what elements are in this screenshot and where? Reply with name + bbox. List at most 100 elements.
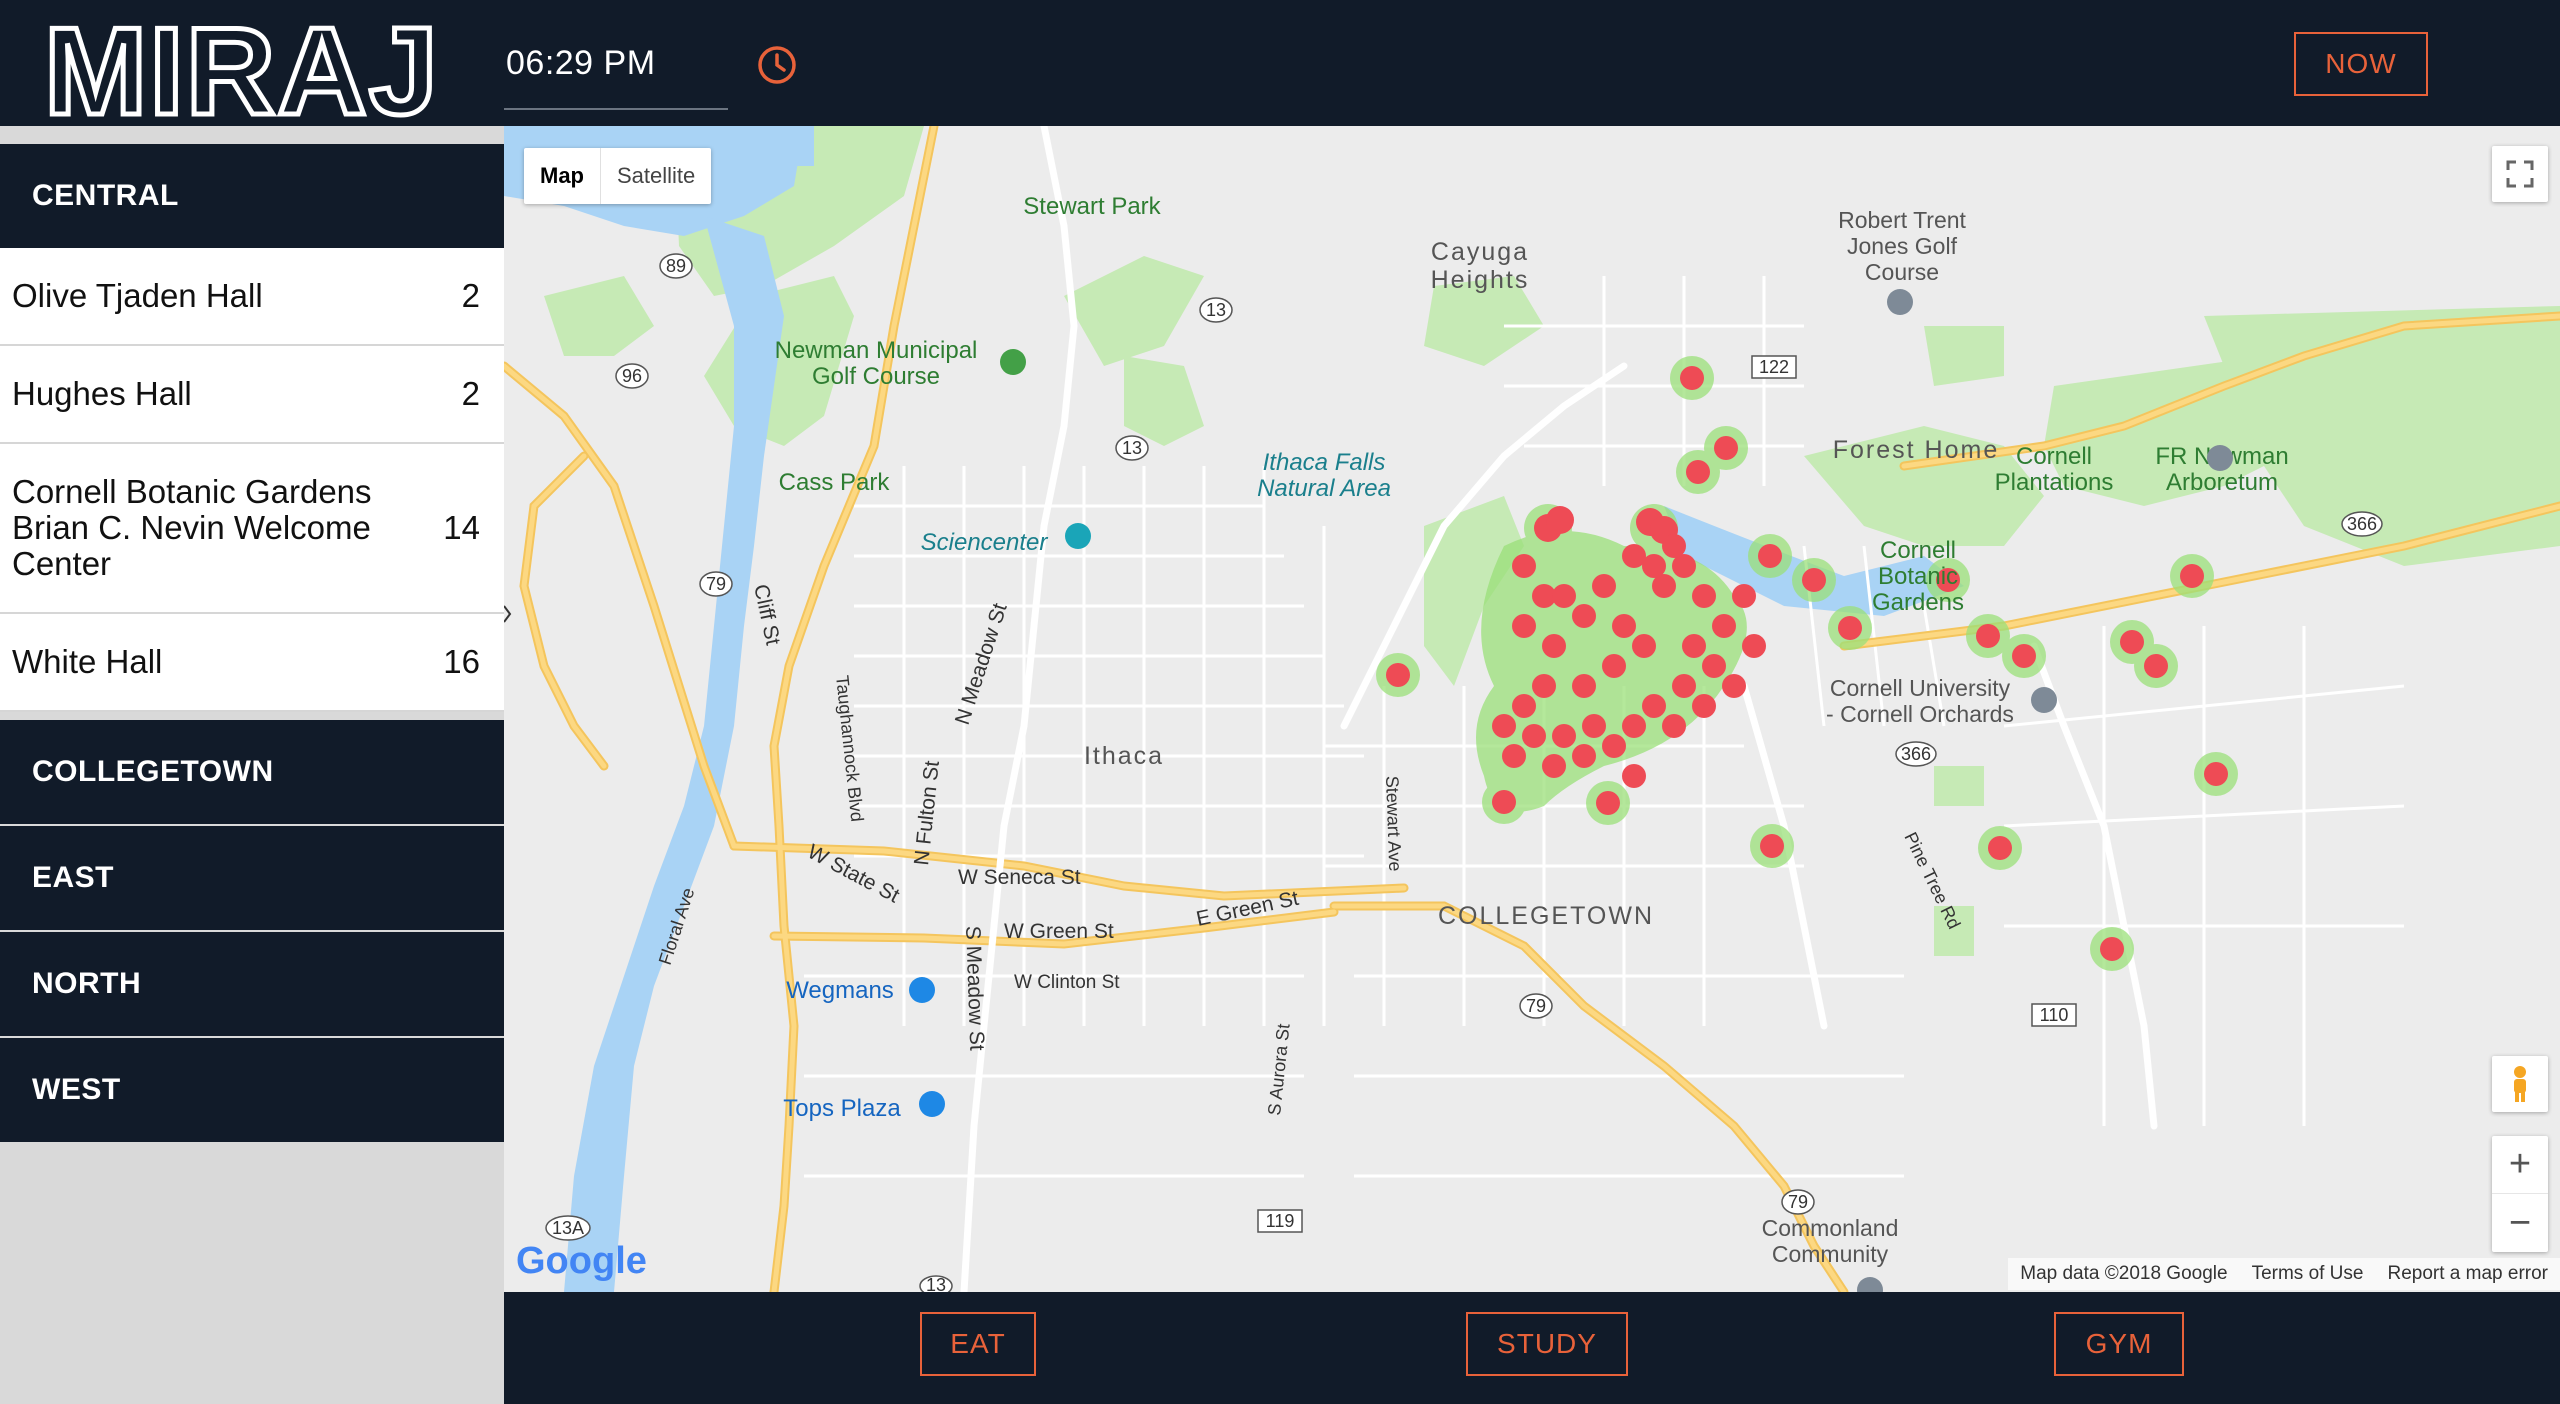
svg-text:Ithaca Falls: Ithaca Falls bbox=[1263, 449, 1386, 476]
location-name: Cornell Botanic Gardens Brian C. Nevin W… bbox=[12, 473, 372, 582]
svg-text:Tops Plaza: Tops Plaza bbox=[783, 1095, 901, 1122]
region-sidebar: CENTRAL Olive Tjaden Hall 2 Hughes Hall … bbox=[0, 126, 504, 1404]
time-input[interactable]: 06:29 PM bbox=[504, 34, 728, 110]
region-west[interactable]: WEST bbox=[0, 1038, 504, 1142]
report-error-link[interactable]: Report a map error bbox=[2387, 1263, 2548, 1285]
location-item[interactable]: Olive Tjaden Hall 2 bbox=[0, 248, 504, 346]
svg-text:W Seneca St: W Seneca St bbox=[958, 866, 1081, 889]
miraj-logo: MIRAJ bbox=[44, 6, 440, 126]
location-count: 2 bbox=[461, 277, 480, 314]
svg-text:Newman Municipal: Newman Municipal bbox=[775, 337, 978, 364]
svg-text:96: 96 bbox=[622, 366, 642, 386]
eat-button[interactable]: EAT bbox=[920, 1312, 1036, 1376]
map-attribution: Map data ©2018 Google Terms of Use Repor… bbox=[2008, 1258, 2560, 1290]
shopping-bag-icon[interactable] bbox=[919, 1091, 945, 1117]
svg-text:13: 13 bbox=[926, 1275, 946, 1292]
google-logo: Google bbox=[516, 1240, 647, 1283]
svg-text:122: 122 bbox=[1759, 357, 1789, 377]
fullscreen-button[interactable] bbox=[2492, 146, 2548, 202]
svg-text:Golf Course: Golf Course bbox=[812, 363, 940, 390]
location-name: Hughes Hall bbox=[12, 375, 192, 412]
fullscreen-icon bbox=[2506, 160, 2534, 188]
location-count: 14 bbox=[443, 509, 480, 546]
zoom-control: + − bbox=[2492, 1136, 2548, 1252]
svg-text:79: 79 bbox=[706, 574, 726, 594]
now-button[interactable]: NOW bbox=[2294, 32, 2428, 96]
heatmap-map[interactable]: 89 96 13 13 79 122 366 366 79 79 110 119… bbox=[504, 126, 2560, 1292]
svg-text:Course: Course bbox=[1865, 259, 1939, 285]
golf-icon[interactable] bbox=[1000, 349, 1026, 375]
svg-text:Cayuga: Cayuga bbox=[1431, 238, 1529, 266]
svg-text:Natural Area: Natural Area bbox=[1257, 475, 1391, 502]
clock-icon[interactable] bbox=[756, 44, 798, 86]
svg-text:Plantations: Plantations bbox=[1995, 469, 2114, 496]
svg-text:79: 79 bbox=[1788, 1192, 1808, 1212]
svg-text:W Clinton St: W Clinton St bbox=[1014, 972, 1120, 993]
svg-text:Wegmans: Wegmans bbox=[786, 977, 894, 1004]
svg-text:119: 119 bbox=[1266, 1211, 1295, 1231]
zoom-out-button[interactable]: − bbox=[2492, 1194, 2548, 1252]
category-footer: EAT STUDY GYM bbox=[504, 1292, 2560, 1404]
svg-text:- Cornell Orchards: - Cornell Orchards bbox=[1826, 701, 2014, 727]
svg-text:366: 366 bbox=[2347, 514, 2377, 534]
svg-text:Cornell University: Cornell University bbox=[1830, 675, 2011, 701]
gym-button[interactable]: GYM bbox=[2054, 1312, 2184, 1376]
svg-text:S Meadow St: S Meadow St bbox=[961, 925, 988, 1051]
svg-text:Robert Trent: Robert Trent bbox=[1838, 207, 1966, 233]
map-type-control: Map Satellite bbox=[524, 148, 712, 204]
svg-text:13: 13 bbox=[1206, 300, 1226, 320]
svg-text:Heights: Heights bbox=[1431, 266, 1530, 294]
svg-text:MIRAJ: MIRAJ bbox=[44, 6, 440, 126]
svg-text:89: 89 bbox=[666, 256, 686, 276]
shopping-cart-icon[interactable] bbox=[909, 977, 935, 1003]
region-east[interactable]: EAST bbox=[0, 826, 504, 930]
region-north[interactable]: NORTH bbox=[0, 932, 504, 1036]
sciencenter-icon[interactable] bbox=[1065, 523, 1091, 549]
svg-text:Forest Home: Forest Home bbox=[1833, 436, 1999, 464]
region-collegetown[interactable]: COLLEGETOWN bbox=[0, 720, 504, 824]
region-central[interactable]: CENTRAL bbox=[0, 144, 504, 248]
svg-text:110: 110 bbox=[2040, 1005, 2069, 1025]
map-type-map-button[interactable]: Map bbox=[524, 148, 601, 204]
svg-text:Cornell: Cornell bbox=[1880, 537, 1956, 564]
svg-text:COLLEGETOWN: COLLEGETOWN bbox=[1438, 902, 1654, 930]
svg-text:366: 366 bbox=[1901, 744, 1931, 764]
location-name: Olive Tjaden Hall bbox=[12, 277, 263, 314]
svg-text:13: 13 bbox=[1122, 438, 1142, 458]
google-logo-text: Google bbox=[516, 1240, 647, 1282]
svg-text:W Green St: W Green St bbox=[1004, 920, 1114, 943]
terms-link[interactable]: Terms of Use bbox=[2252, 1263, 2364, 1285]
study-button[interactable]: STUDY bbox=[1466, 1312, 1628, 1376]
orchards-pin-icon[interactable] bbox=[2031, 687, 2057, 713]
svg-text:Sciencenter: Sciencenter bbox=[921, 529, 1049, 556]
location-count: 2 bbox=[461, 375, 480, 412]
svg-text:Gardens: Gardens bbox=[1872, 589, 1964, 616]
svg-text:79: 79 bbox=[1526, 996, 1546, 1016]
pegman-icon bbox=[2514, 1066, 2526, 1102]
location-item[interactable]: Hughes Hall 2 bbox=[0, 346, 504, 444]
svg-text:Stewart Ave: Stewart Ave bbox=[1382, 775, 1405, 871]
svg-text:Commonland: Commonland bbox=[1762, 1215, 1899, 1241]
map-data-text: Map data ©2018 Google bbox=[2020, 1263, 2228, 1284]
street-view-pegman[interactable] bbox=[2492, 1056, 2548, 1112]
map-type-satellite-button[interactable]: Satellite bbox=[601, 148, 711, 204]
time-value: 06:29 PM bbox=[506, 44, 656, 82]
svg-text:Botanic: Botanic bbox=[1878, 563, 1958, 590]
arboretum-icon[interactable] bbox=[2207, 445, 2233, 471]
map-canvas[interactable]: 89 96 13 13 79 122 366 366 79 79 110 119… bbox=[504, 126, 2560, 1292]
svg-text:Cass Park: Cass Park bbox=[779, 469, 891, 496]
location-name: White Hall bbox=[12, 643, 163, 680]
svg-text:13A: 13A bbox=[552, 1218, 584, 1238]
app-header: MIRAJ 06:29 PM NOW bbox=[0, 0, 2560, 126]
svg-text:Jones Golf: Jones Golf bbox=[1847, 233, 1958, 259]
zoom-in-button[interactable]: + bbox=[2492, 1136, 2548, 1194]
svg-text:Arboretum: Arboretum bbox=[2166, 469, 2278, 496]
location-item[interactable]: White Hall 16 bbox=[0, 614, 504, 712]
svg-text:Stewart Park: Stewart Park bbox=[1023, 193, 1161, 220]
svg-text:Cornell: Cornell bbox=[2016, 443, 2092, 470]
svg-text:Community: Community bbox=[1772, 1241, 1889, 1267]
svg-text:Ithaca: Ithaca bbox=[1084, 742, 1164, 770]
location-item[interactable]: Cornell Botanic Gardens Brian C. Nevin W… bbox=[0, 444, 504, 614]
golf-course-icon[interactable] bbox=[1887, 289, 1913, 315]
location-count: 16 bbox=[443, 643, 480, 680]
